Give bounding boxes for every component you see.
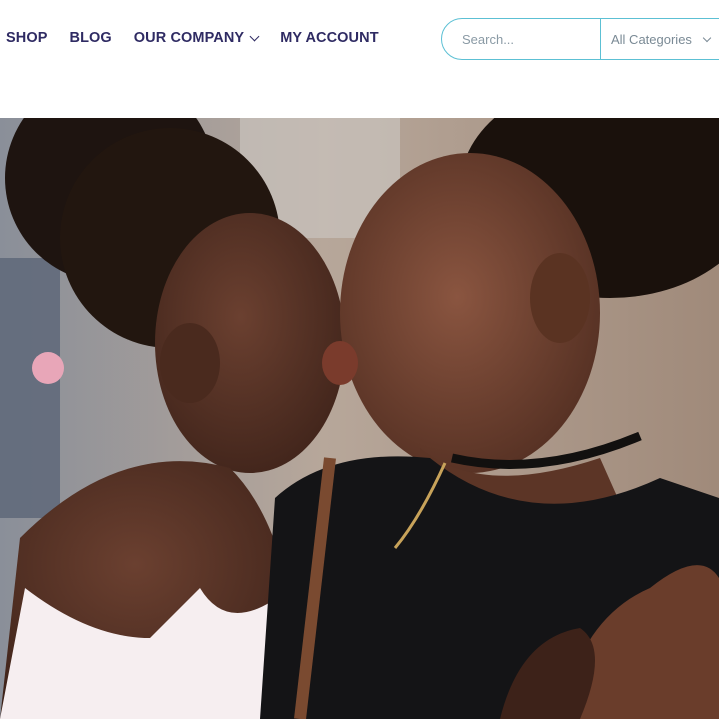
nav-shop-label: SHOP bbox=[6, 30, 48, 46]
hero-photo bbox=[0, 118, 719, 719]
chevron-down-icon bbox=[249, 31, 260, 41]
nav-my-account[interactable]: MY ACCOUNT bbox=[280, 30, 378, 46]
nav-blog-label: BLOG bbox=[69, 30, 112, 46]
category-select[interactable]: All Categories bbox=[600, 19, 719, 59]
main-nav: SHOP BLOG OUR COMPANY MY ACCOUNT bbox=[6, 30, 401, 46]
nav-our-company-label: OUR COMPANY bbox=[133, 30, 245, 46]
nav-blog[interactable]: BLOG bbox=[70, 30, 112, 46]
search-bar: All Categories bbox=[441, 18, 719, 60]
nav-shop[interactable]: SHOP bbox=[6, 30, 48, 46]
search-input[interactable] bbox=[442, 19, 600, 59]
nav-our-company[interactable]: OUR COMPANY bbox=[133, 30, 260, 46]
category-select-label: All Categories bbox=[611, 31, 692, 47]
site-header: SHOP BLOG OUR COMPANY MY ACCOUNT All Cat… bbox=[0, 0, 719, 118]
hero-photo-illustration bbox=[0, 118, 719, 719]
chevron-down-icon bbox=[702, 33, 712, 42]
nav-my-account-label: MY ACCOUNT bbox=[280, 30, 379, 46]
